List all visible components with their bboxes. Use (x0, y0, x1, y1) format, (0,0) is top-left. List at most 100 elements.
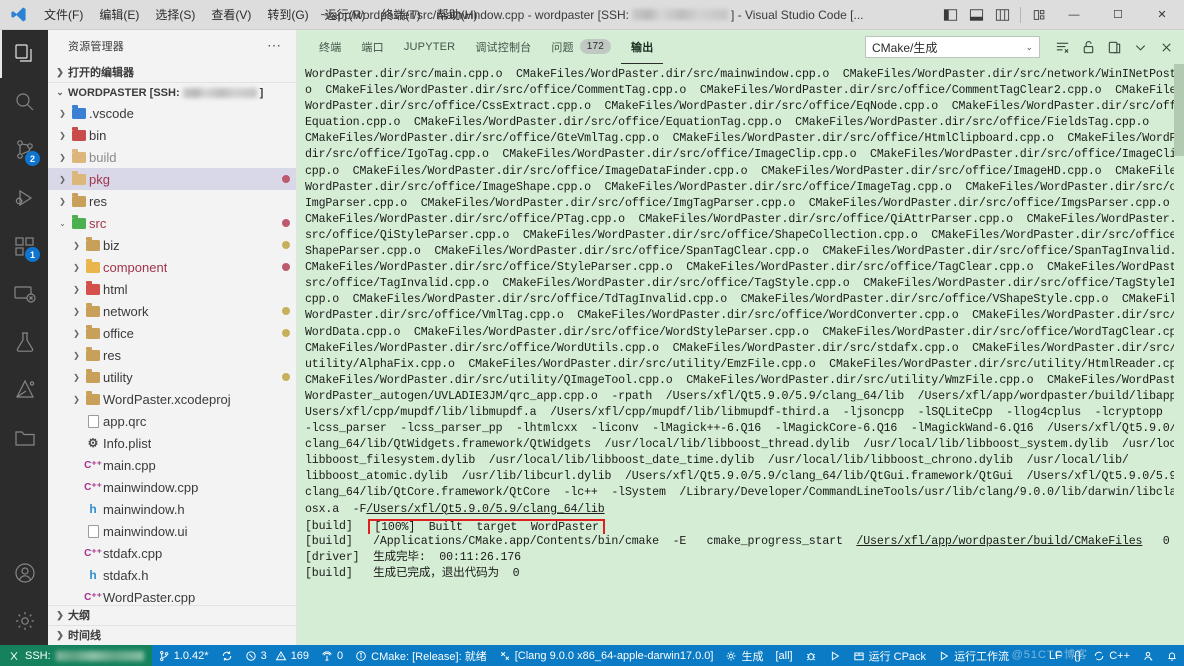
status-language[interactable]: C++ (1087, 645, 1136, 666)
menu-edit[interactable]: 编辑(E) (91, 0, 147, 30)
window-maximize-button[interactable]: ☐ (1096, 0, 1140, 30)
tree-item[interactable]: ❯ pkg (48, 168, 296, 191)
tree-item[interactable]: ❯ build (48, 146, 296, 168)
status-target[interactable]: [all] (769, 645, 798, 666)
status-feedback[interactable] (1136, 645, 1160, 666)
chevron-down-icon[interactable] (1128, 35, 1152, 59)
split-panel-icon[interactable] (1102, 35, 1126, 59)
output-line: clang_64/lib/QtCore.framework/QtCore -lc… (305, 486, 1174, 500)
menu-go[interactable]: 转到(G) (259, 0, 316, 30)
status-cpack[interactable]: 运行 CPack (847, 645, 932, 666)
menu-view[interactable]: 查看(V) (203, 0, 259, 30)
tree-item[interactable]: ❯ html (48, 278, 296, 300)
git-branch-icon (159, 650, 168, 661)
activity-accounts[interactable] (0, 549, 48, 597)
output-line: Users/xfl/cpp/mupdf/lib/libmupdf.a /User… (305, 405, 1163, 419)
lock-icon[interactable] (1076, 35, 1100, 59)
status-remote-host[interactable]: SSH: (0, 645, 152, 666)
status-cmake-kit[interactable]: CMake: [Release]: 就绪 (349, 645, 493, 666)
activity-folder-view[interactable] (0, 414, 48, 462)
activity-extensions[interactable]: 1 (0, 222, 48, 270)
tree-item[interactable]: ❯ office (48, 322, 296, 344)
tree-item[interactable]: app.qrc (48, 410, 296, 432)
menu-help[interactable]: 帮助(H) (429, 0, 486, 30)
tab-terminal[interactable]: 终端 (309, 30, 351, 64)
status-workflow[interactable]: 运行工作流 (932, 645, 1015, 666)
menu-terminal[interactable]: 终端(T) (373, 0, 428, 30)
tree-item-label: mainwindow.h (103, 501, 185, 517)
activity-cmake[interactable] (0, 366, 48, 414)
output-line: [build] [100%] Built target WordPaster (305, 518, 1174, 534)
menu-run[interactable]: 运行(R) (317, 0, 374, 30)
status-problems[interactable]: 3 169 (239, 645, 315, 666)
chevron-right-icon: ❯ (73, 284, 80, 294)
tree-item[interactable]: h stdafx.h (48, 564, 296, 586)
output-channel-select[interactable]: CMake/生成 ⌄ (865, 36, 1040, 58)
tree-item[interactable]: C⁺⁺ stdafx.cpp (48, 542, 296, 564)
menu-file[interactable]: 文件(F) (36, 0, 91, 30)
section-outline[interactable]: ❯ 大纲 (48, 604, 296, 625)
toggle-secondary-sidebar-icon[interactable] (989, 0, 1015, 30)
tree-item[interactable]: ❯ component (48, 256, 296, 278)
folder-icon (83, 324, 103, 339)
activity-search[interactable] (0, 78, 48, 126)
tree-item[interactable]: ❯ utility (48, 366, 296, 388)
tree-item[interactable]: ⚙ Info.plist (48, 432, 296, 454)
output-line: WordPaster.dir/src/office/VmlTag.cpp.o C… (305, 309, 1174, 323)
activity-explorer[interactable] (0, 30, 48, 78)
tab-debug-console[interactable]: 调试控制台 (465, 30, 541, 64)
activity-source-control[interactable]: 2 (0, 126, 48, 174)
tree-item[interactable]: C⁺⁺ mainwindow.cpp (48, 476, 296, 498)
section-open-editors[interactable]: ❯ 打开的编辑器 (48, 62, 296, 82)
section-timeline[interactable]: ❯ 时间线 (48, 624, 296, 645)
tab-ports[interactable]: 端口 (351, 30, 393, 64)
tree-item[interactable]: ⌄ src (48, 212, 296, 234)
tree-item[interactable]: C⁺⁺ main.cpp (48, 454, 296, 476)
output-scrollbar[interactable] (1174, 64, 1184, 645)
output-link[interactable]: /Users/xfl/Qt5.9.0/5.9/clang_64/lib (366, 503, 604, 516)
activity-manage-settings[interactable] (0, 597, 48, 645)
tree-item[interactable]: ❯ res (48, 190, 296, 212)
status-run-target[interactable] (823, 645, 847, 666)
close-panel-icon[interactable] (1154, 35, 1178, 59)
explorer-more-actions-icon[interactable]: ⋯ (267, 37, 288, 54)
tree-item[interactable]: ❯ network (48, 300, 296, 322)
status-ports[interactable]: 0 (315, 645, 349, 666)
output-link[interactable]: /Users/xfl/app/wordpaster/build/CMakeFil… (856, 535, 1142, 548)
toggle-panel-icon[interactable] (963, 0, 989, 30)
status-compiler[interactable]: [Clang 9.0.0 x86_64-apple-darwin17.0.0] (493, 645, 720, 666)
remote-icon (10, 651, 18, 660)
clear-output-icon[interactable] (1050, 35, 1074, 59)
status-build[interactable]: 生成 (719, 645, 769, 666)
tab-problems[interactable]: 问题 172 (541, 30, 621, 64)
tree-item[interactable]: ❯ bin (48, 124, 296, 146)
window-minimize-button[interactable]: — (1052, 0, 1096, 30)
activity-remote-explorer[interactable] (0, 270, 48, 318)
status-branch[interactable]: 1.0.42* (152, 645, 215, 666)
tree-item[interactable]: ❯ res (48, 344, 296, 366)
tab-jupyter[interactable]: JUPYTER (394, 30, 466, 64)
activity-run-debug[interactable] (0, 174, 48, 222)
tree-item[interactable]: h mainwindow.h (48, 498, 296, 520)
tree-item[interactable]: C⁺⁺ WordPaster.cpp (48, 586, 296, 605)
customize-layout-icon[interactable] (1026, 0, 1052, 30)
section-project-root[interactable]: ⌄ WORDPASTER [SSH: ] (48, 82, 296, 102)
window-close-button[interactable]: ✕ (1140, 0, 1184, 30)
status-notifications[interactable] (1160, 645, 1184, 666)
output-scrollbar-thumb[interactable] (1174, 64, 1184, 156)
status-debug-target[interactable] (799, 645, 823, 666)
tree-item-label: mainwindow.cpp (103, 479, 199, 495)
tree-item[interactable]: mainwindow.ui (48, 520, 296, 542)
vscode-logo-icon (0, 0, 36, 30)
folder-icon (69, 148, 89, 163)
folder-icon (83, 390, 103, 405)
tab-output[interactable]: 输出 (621, 30, 664, 64)
tree-item[interactable]: ❯ WordPaster.xcodeproj (48, 388, 296, 410)
menu-selection[interactable]: 选择(S) (147, 0, 203, 30)
tree-item[interactable]: ❯ biz (48, 234, 296, 256)
toggle-primary-sidebar-icon[interactable] (937, 0, 963, 30)
output-content-area[interactable]: WordPaster.dir/src/main.cpp.o CMakeFiles… (297, 64, 1184, 645)
tree-item[interactable]: ❯ .vscode (48, 102, 296, 124)
status-sync[interactable] (215, 645, 239, 666)
activity-testing[interactable] (0, 318, 48, 366)
